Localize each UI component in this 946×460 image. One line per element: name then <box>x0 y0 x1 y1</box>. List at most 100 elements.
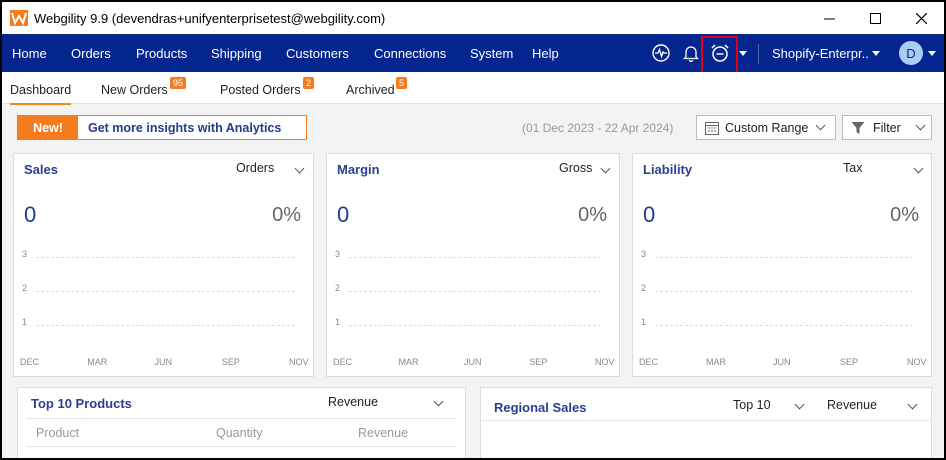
tab-bar: Dashboard New Orders 95 Posted Orders 2 … <box>2 72 944 105</box>
column-header-quantity: Quantity <box>216 426 263 440</box>
x-tick-label: SEP <box>529 357 548 367</box>
x-tick-label: NOV <box>289 357 309 367</box>
chevron-down-icon <box>915 120 926 131</box>
store-caret-icon <box>872 51 880 56</box>
store-selector[interactable]: Shopify-Enterpr.. <box>772 46 869 61</box>
filter-label: Filter <box>873 121 901 135</box>
notifications-button[interactable] <box>681 42 701 64</box>
y-tick-label: 1 <box>22 317 28 327</box>
maximize-icon <box>869 12 881 24</box>
nav-divider <box>758 44 759 64</box>
y-tick-label: 3 <box>22 249 28 259</box>
sales-percent: 0% <box>272 204 301 226</box>
gridline <box>655 257 913 258</box>
chevron-down-icon[interactable] <box>907 399 918 410</box>
chevron-down-icon[interactable] <box>913 163 924 174</box>
regional-sales-title: Regional Sales <box>494 400 587 415</box>
minimize-button[interactable] <box>806 2 852 34</box>
nav-shipping[interactable]: Shipping <box>211 46 262 61</box>
nav-customers[interactable]: Customers <box>286 46 349 61</box>
nav-connections[interactable]: Connections <box>374 46 446 61</box>
top-products-metric-select[interactable]: Revenue <box>328 395 378 409</box>
gridline <box>655 325 913 326</box>
tab-new-orders[interactable]: New Orders <box>101 83 168 97</box>
x-tick-label: MAR <box>398 357 419 367</box>
y-tick-label: 2 <box>335 283 341 293</box>
chevron-down-icon[interactable] <box>794 399 805 410</box>
x-tick-label: JUN <box>464 357 482 367</box>
regional-sales-card: Regional Sales Top 10 Revenue <box>480 387 932 458</box>
x-tick-label: DEC <box>333 357 353 367</box>
gridline <box>349 325 601 326</box>
activity-icon <box>652 44 670 62</box>
y-tick-label: 2 <box>22 283 28 293</box>
posted-orders-badge: 2 <box>303 77 315 89</box>
tab-posted-orders[interactable]: Posted Orders <box>220 83 301 97</box>
date-range-select[interactable]: Custom Range <box>696 115 836 140</box>
y-tick-label: 3 <box>335 249 341 259</box>
x-tick-label: DEC <box>20 357 40 367</box>
webgility-logo-icon <box>10 10 28 26</box>
gridline <box>349 291 601 292</box>
card-title: Liability <box>643 162 693 177</box>
sales-value: 0 <box>24 202 37 227</box>
tab-archived[interactable]: Archived <box>346 83 395 97</box>
x-tick-label: JUN <box>154 357 173 367</box>
chevron-down-icon[interactable] <box>600 163 611 174</box>
x-tick-label: MAR <box>706 357 726 367</box>
date-range-select-value: Custom Range <box>725 121 809 135</box>
title-bar: Webgility 9.9 (devendras+unifyenterprise… <box>2 2 944 34</box>
nav-products[interactable]: Products <box>136 46 187 61</box>
top-products-title: Top 10 Products <box>31 396 132 411</box>
divider <box>26 418 457 419</box>
chevron-down-icon[interactable] <box>294 163 305 174</box>
avatar-caret-icon <box>928 51 936 56</box>
regional-metric-select[interactable]: Revenue <box>827 398 877 412</box>
nav-help[interactable]: Help <box>532 46 559 61</box>
bell-icon <box>683 46 699 62</box>
liability-card: Liability Tax 0 0% 3 2 1 DEC MAR JUN SEP NOV <box>632 153 932 377</box>
nav-orders[interactable]: Orders <box>71 46 111 61</box>
gridline <box>36 291 295 292</box>
chevron-down-icon[interactable] <box>433 396 444 407</box>
card-title: Sales <box>24 162 58 177</box>
x-tick-label: DEC <box>639 357 659 367</box>
margin-metric-select[interactable]: Gross <box>559 161 592 175</box>
analytics-promo-banner[interactable]: New! Get more insights with Analytics <box>17 115 307 140</box>
liability-value: 0 <box>643 202 656 227</box>
annotation-highlight-box <box>701 36 738 74</box>
liability-percent: 0% <box>890 204 919 226</box>
date-range-label: (01 Dec 2023 - 22 Apr 2024) <box>522 121 674 135</box>
liability-metric-select[interactable]: Tax <box>843 161 862 175</box>
filter-button[interactable]: Filter <box>842 115 932 140</box>
nav-home[interactable]: Home <box>12 46 47 61</box>
x-tick-label: NOV <box>907 357 927 367</box>
close-button[interactable] <box>898 2 944 34</box>
card-title: Margin <box>337 162 380 177</box>
maximize-button[interactable] <box>852 2 898 34</box>
margin-percent: 0% <box>578 204 607 226</box>
tab-dashboard[interactable]: Dashboard <box>10 83 72 105</box>
scheduler-dropdown-button[interactable] <box>737 42 749 64</box>
sales-metric-select[interactable]: Orders <box>236 161 274 175</box>
y-tick-label: 3 <box>641 249 647 259</box>
archived-badge: 5 <box>396 77 408 89</box>
sales-card: Sales Orders 0 0% 3 2 1 DEC MAR JUN SEP NOV <box>13 153 314 377</box>
nav-system[interactable]: System <box>470 46 513 61</box>
column-header-revenue: Revenue <box>358 426 409 440</box>
x-tick-label: JUN <box>773 357 791 367</box>
divider <box>26 446 457 447</box>
activity-monitor-button[interactable] <box>650 42 672 64</box>
x-tick-label: MAR <box>87 357 108 367</box>
promo-text[interactable]: Get more insights with Analytics <box>88 121 281 135</box>
y-tick-label: 1 <box>641 317 647 327</box>
gridline <box>349 257 601 258</box>
minimize-icon <box>823 18 835 19</box>
gridline <box>655 291 913 292</box>
main-nav: Home Orders Products Shipping Customers … <box>2 34 944 72</box>
window-title: Webgility 9.9 (devendras+unifyenterprise… <box>34 11 386 26</box>
x-tick-label: SEP <box>221 357 240 367</box>
regional-top-select[interactable]: Top 10 <box>733 398 771 412</box>
user-avatar[interactable]: D <box>899 41 923 65</box>
margin-card: Margin Gross 0 0% 3 2 1 DEC MAR JUN SEP NOV <box>326 153 620 377</box>
